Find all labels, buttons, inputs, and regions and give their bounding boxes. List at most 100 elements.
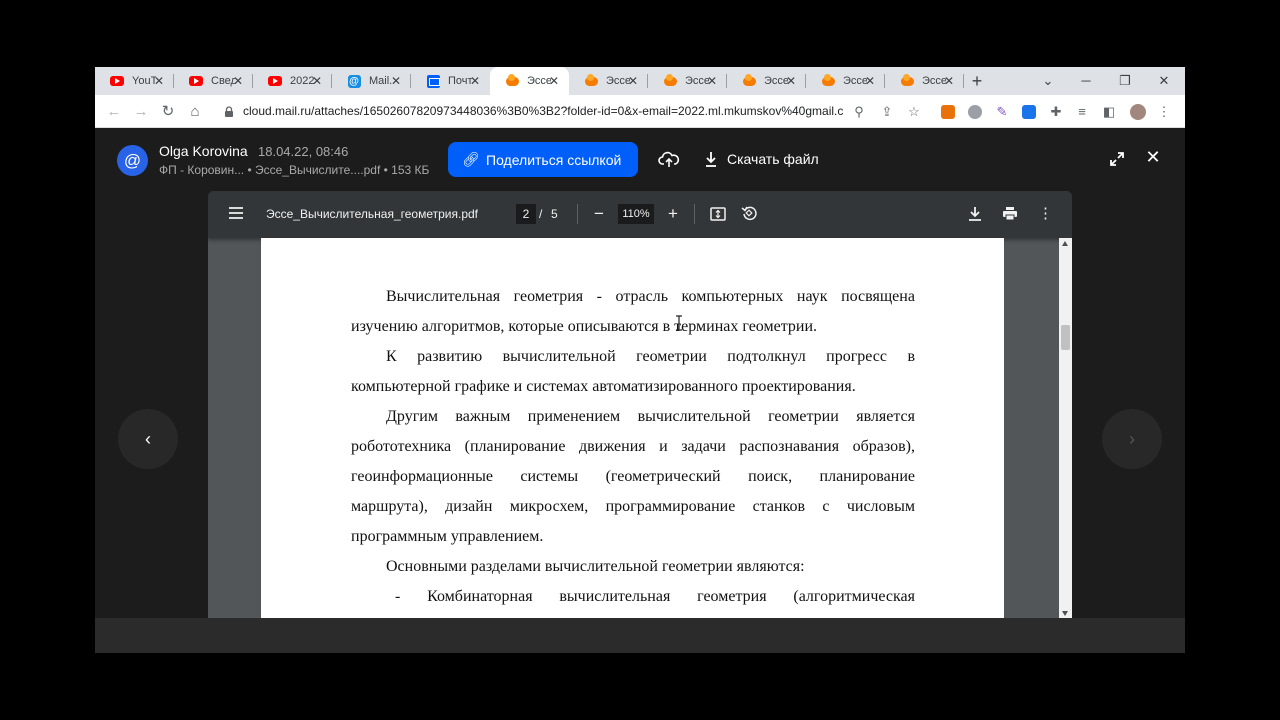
cloud-icon <box>821 73 835 88</box>
pdf-word: К <box>386 348 397 365</box>
pdf-word: и <box>659 438 668 455</box>
window-close-button[interactable]: ✕ <box>1154 71 1174 91</box>
pdf-filename: Эссе_Вычислительная_геометрия.pdf <box>266 207 478 221</box>
download-file-button[interactable]: Скачать файл <box>703 147 819 171</box>
screen: YouTube✕Сведения✕2022✕@Mail.ru✕Почта✕Эсс… <box>0 0 1280 720</box>
pdf-word: распознавания <box>739 438 840 455</box>
minimize-button[interactable]: ─ <box>1076 71 1096 91</box>
tab-close-icon[interactable]: ✕ <box>626 74 640 88</box>
youtube-icon <box>268 74 282 88</box>
extensions-puzzle-icon[interactable]: ✚ <box>1046 102 1066 122</box>
next-file-button[interactable]: › <box>1102 409 1162 469</box>
pdf-text-line: маршрута), дизайн микросхем, программирован… <box>351 498 915 516</box>
expand-icon[interactable] <box>1107 149 1127 169</box>
pdf-text-line: Другим важным применением вычислительной гео… <box>386 408 915 426</box>
side-panel-icon[interactable]: ◧ <box>1099 102 1119 122</box>
forward-button[interactable]: → <box>130 101 152 123</box>
more-actions-icon[interactable]: ⋮ <box>1038 205 1053 223</box>
page-number-input[interactable]: 2 <box>516 204 536 224</box>
reload-button[interactable]: ↻ <box>157 101 179 123</box>
pdf-text-line: Кразвитию вычислительной геометрии подтолкн… <box>386 348 915 366</box>
pdf-word: наук <box>796 288 828 305</box>
lock-icon[interactable] <box>224 106 234 117</box>
bottom-bar <box>95 618 1185 653</box>
browser-tab[interactable]: Эссе ✕ <box>569 67 648 95</box>
mail-at-icon: @ <box>347 74 361 88</box>
pdf-word: отрасль <box>615 288 668 305</box>
zoom-input[interactable]: 110% <box>618 204 654 224</box>
tab-close-icon[interactable]: ✕ <box>705 74 719 88</box>
reading-list-icon[interactable]: ≡ <box>1072 102 1092 122</box>
bookmark-star-icon[interactable]: ☆ <box>904 102 924 122</box>
pdf-word: развитию <box>417 348 483 365</box>
pdf-page: Вычислительная геометрия - отрасль компьютер… <box>261 238 1004 618</box>
pdf-text-line: компьютерной графике и системах автомати… <box>351 378 856 395</box>
pdf-scrollbar[interactable] <box>1059 238 1072 618</box>
scroll-down-arrow[interactable] <box>1062 611 1068 616</box>
browser-tab[interactable]: YouTube✕ <box>95 67 174 95</box>
browser-tab[interactable]: Эссе ✕ <box>490 67 569 95</box>
share-link-button[interactable]: 🔗︎ Поделиться ссылкой <box>448 142 638 177</box>
tab-close-icon[interactable]: ✕ <box>152 74 166 88</box>
new-tab-button[interactable]: + <box>967 71 987 91</box>
tab-search-icon[interactable]: ⌄ <box>1038 71 1058 91</box>
browser-tab[interactable]: Эссе ✕ <box>806 67 885 95</box>
pen-extension-icon[interactable]: ✎ <box>992 102 1012 122</box>
profile-avatar[interactable] <box>1130 104 1146 120</box>
pdf-word: вычислительная <box>559 588 671 605</box>
pdf-word: прогресс <box>826 348 887 365</box>
link-icon: 🔗︎ <box>462 151 480 167</box>
back-button[interactable]: ← <box>103 101 125 123</box>
pdf-word: (планирование <box>464 438 566 455</box>
browser-tab[interactable]: Сведения✕ <box>174 67 253 95</box>
tab-separator <box>963 74 964 88</box>
tab-close-icon[interactable]: ✕ <box>310 74 324 88</box>
browser-tab[interactable]: @Mail.ru✕ <box>332 67 411 95</box>
scrollbar-thumb[interactable] <box>1061 325 1070 350</box>
hamburger-menu-icon[interactable] <box>228 206 244 220</box>
tab-close-icon[interactable]: ✕ <box>389 74 403 88</box>
browser-menu-icon[interactable]: ⋮ <box>1154 102 1174 122</box>
pdf-word: важным <box>455 408 511 425</box>
zoom-out-button[interactable]: − <box>592 204 606 224</box>
fit-page-icon[interactable] <box>710 207 726 221</box>
pdf-word: числовым <box>846 498 915 515</box>
globe-extension-icon[interactable] <box>968 105 982 119</box>
browser-tab[interactable]: Эссе ✕ <box>885 67 964 95</box>
pdf-word: программирование <box>605 498 736 515</box>
pdf-word: дизайн <box>445 498 493 515</box>
tab-close-icon[interactable]: ✕ <box>784 74 798 88</box>
browser-tab[interactable]: Эссе ✕ <box>727 67 806 95</box>
zoom-icon[interactable]: ⚲ <box>849 102 869 122</box>
previous-file-button[interactable]: ‹ <box>118 409 178 469</box>
browser-tab[interactable]: 2022 ✕ <box>253 67 332 95</box>
rotate-icon[interactable] <box>741 205 757 221</box>
pdf-text-line: геоинформационные системы (геометрический п… <box>351 468 915 486</box>
browser-tab[interactable]: Почта✕ <box>411 67 490 95</box>
restore-button[interactable]: ❐ <box>1115 71 1135 91</box>
extension-icon[interactable] <box>941 105 955 119</box>
print-icon[interactable] <box>1002 206 1018 221</box>
tab-close-icon[interactable]: ✕ <box>942 74 956 88</box>
share-page-icon[interactable]: ⇪ <box>877 102 897 122</box>
tab-close-icon[interactable]: ✕ <box>547 74 561 88</box>
zoom-in-button[interactable]: + <box>666 204 680 224</box>
pdf-word: станков <box>752 498 806 515</box>
pdf-download-icon[interactable] <box>968 206 982 222</box>
download-file-label: Скачать файл <box>727 151 819 167</box>
blue-extension-icon[interactable] <box>1022 105 1036 119</box>
close-viewer-button[interactable]: ✕ <box>1143 147 1163 167</box>
scroll-up-arrow[interactable] <box>1062 241 1068 246</box>
pdf-word: поиск, <box>748 468 793 485</box>
pdf-text-line: Вычислительная геометрия - отрасль компьютер… <box>386 288 915 306</box>
pdf-word: микросхем, <box>509 498 589 515</box>
tab-close-icon[interactable]: ✕ <box>863 74 877 88</box>
address-bar[interactable]: cloud.mail.ru/attaches/16502607820973448… <box>243 104 843 118</box>
tab-close-icon[interactable]: ✕ <box>468 74 482 88</box>
browser-tab[interactable]: Эссе ✕ <box>648 67 727 95</box>
save-to-cloud-icon[interactable] <box>658 148 680 170</box>
browser-window: YouTube✕Сведения✕2022✕@Mail.ru✕Почта✕Эсс… <box>95 67 1185 653</box>
home-button[interactable]: ⌂ <box>184 101 206 123</box>
pdf-word: вычислительной <box>502 348 616 365</box>
tab-close-icon[interactable]: ✕ <box>231 74 245 88</box>
